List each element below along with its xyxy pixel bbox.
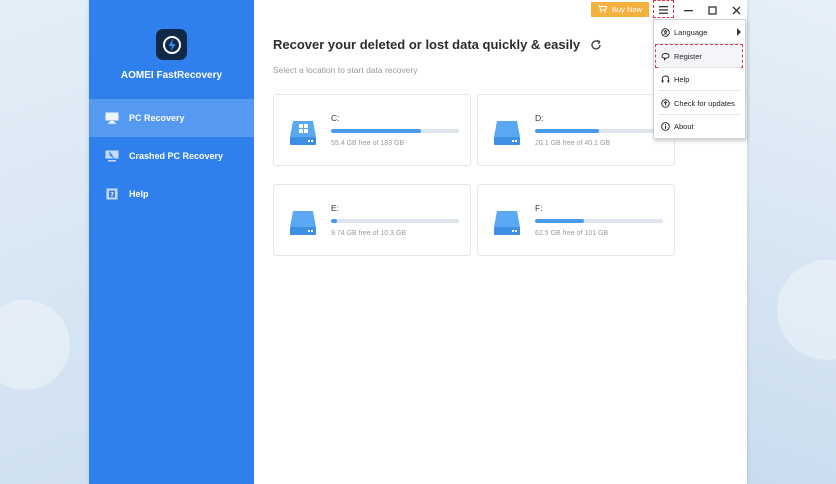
drive-usage-bar [331,219,459,223]
maximize-button[interactable] [702,2,722,18]
drive-space-info: 9.74 GB free of 10.3 GB [331,230,407,237]
menu-item-label: Register [674,51,702,61]
menu-item-help[interactable]: Help [654,68,745,90]
sidebar-item-label: Crashed PC Recovery [129,151,224,161]
language-icon [661,27,670,37]
drive-card-c[interactable]: C: 55.4 GB free of 183 GB [273,94,471,166]
drive-card-d[interactable]: D: 20.1 GB free of 40.1 GB [477,94,675,166]
sidebar-item-crashed-pc-recovery[interactable]: Crashed PC Recovery [89,137,254,175]
drive-icon [494,121,520,145]
svg-text:?: ? [110,191,114,198]
drive-usage-fill [331,219,338,223]
drive-usage-fill [535,129,599,133]
drive-name: C: [331,113,340,123]
drive-usage-bar [331,129,459,133]
drive-card-f[interactable]: F: 62.5 GB free of 101 GB [477,184,675,256]
page-subtitle: Select a location to start data recovery [273,65,418,75]
info-icon [661,121,670,131]
drive-card-e[interactable]: E: 9.74 GB free of 10.3 GB [273,184,471,256]
page-title: Recover your deleted or lost data quickl… [273,37,581,52]
minimize-button[interactable] [678,2,698,18]
close-icon [732,6,740,14]
menu-divider [658,90,741,91]
desktop-background-left [0,0,89,484]
buy-now-button[interactable]: Buy Now [591,2,649,17]
menu-item-about[interactable]: About [654,115,745,137]
app-name: AOMEI FastRecovery [120,70,223,81]
drive-space-info: 55.4 GB free of 183 GB [331,140,405,147]
drive-space-info: 62.5 GB free of 101 GB [535,230,609,237]
sidebar-item-pc-recovery[interactable]: PC Recovery [89,99,254,137]
menu-item-label: Language [674,27,708,37]
close-button[interactable] [726,2,746,18]
drive-usage-bar [535,219,663,223]
crashed-pc-icon [105,150,119,162]
app-logo-icon [156,29,187,60]
menu-button-highlight [653,0,674,18]
update-icon [661,98,670,108]
refresh-icon[interactable] [590,39,602,51]
maximize-icon [707,5,717,15]
sidebar: AOMEI FastRecovery PC Recovery Crashed P… [89,0,254,484]
main-menu-dropdown: Language Register Help Check for updates… [653,19,746,139]
sidebar-item-help[interactable]: ? Help [89,175,254,213]
drive-icon [494,211,520,235]
menu-item-check-updates[interactable]: Check for updates [654,92,745,114]
buy-now-label: Buy Now [611,5,642,14]
menu-item-label: Help [674,74,690,84]
menu-item-label: About [674,121,694,131]
drive-icon [290,211,316,235]
drive-name: E: [331,203,340,213]
desktop-background-right [747,0,836,484]
headset-icon [661,75,670,84]
menu-item-register[interactable]: Register [654,45,745,67]
drive-name: D: [535,113,544,123]
drive-usage-fill [331,129,421,133]
app-window: AOMEI FastRecovery PC Recovery Crashed P… [89,0,747,484]
drive-name: F: [535,203,543,213]
submenu-arrow-icon [737,28,741,36]
minimize-icon [683,9,693,11]
register-icon [661,52,670,61]
monitor-icon [105,112,119,124]
drive-usage-fill [535,219,584,223]
sidebar-item-label: Help [129,189,149,199]
cart-icon [597,4,608,15]
windows-drive-icon [290,121,316,145]
sidebar-item-label: PC Recovery [129,113,185,123]
drive-usage-bar [535,129,663,133]
menu-item-language[interactable]: Language [654,21,745,43]
menu-item-label: Check for updates [674,98,735,108]
drive-space-info: 20.1 GB free of 40.1 GB [535,140,611,147]
help-book-icon: ? [105,188,119,200]
